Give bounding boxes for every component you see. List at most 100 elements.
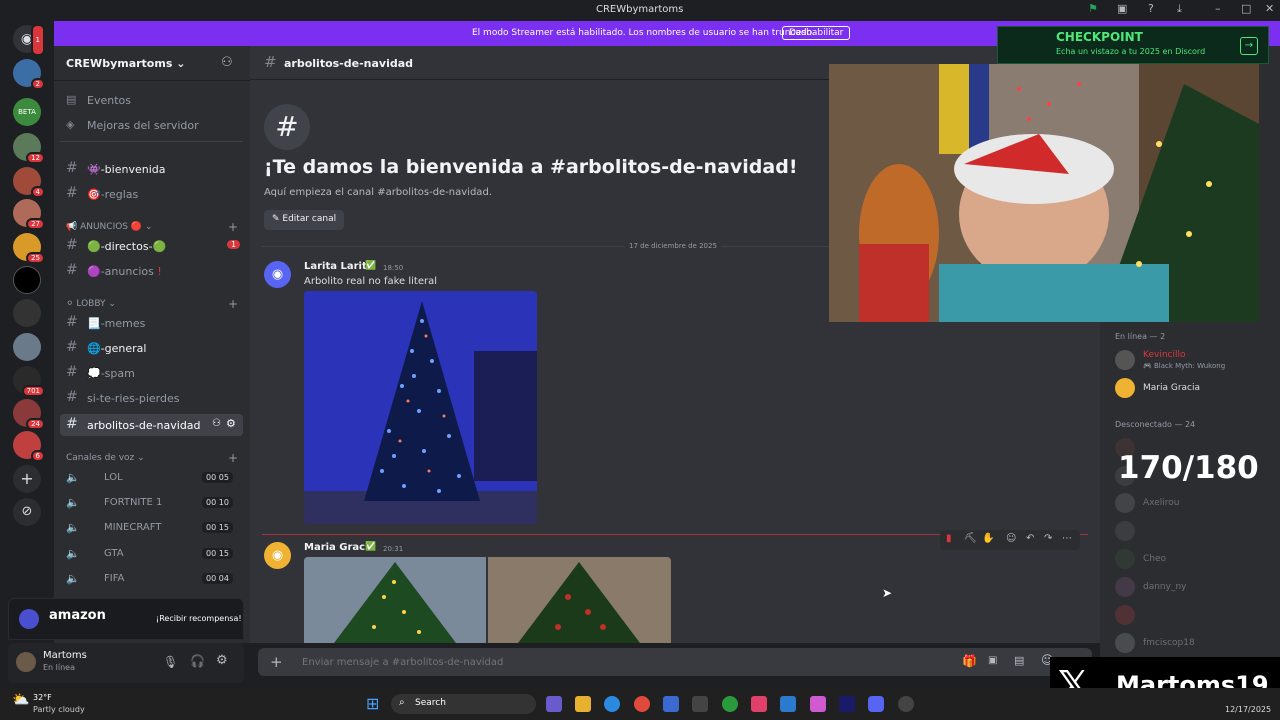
message-image[interactable] xyxy=(488,557,671,643)
voice-gta[interactable]: 🔈 GTA 00 15 xyxy=(60,543,243,565)
message-input[interactable] xyxy=(302,653,902,671)
member-avatar[interactable] xyxy=(1115,605,1135,625)
member-name[interactable]: fmciscop18 xyxy=(1143,638,1195,648)
sidebar-item-eventos[interactable]: ▤ Eventos xyxy=(60,89,243,111)
member-avatar[interactable] xyxy=(1115,521,1135,541)
category-anuncios[interactable]: 📢 ANUNCIOS 🔴 ⌄ + xyxy=(66,220,238,234)
server-icon[interactable] xyxy=(13,299,41,327)
server-icon[interactable]: 25 xyxy=(13,233,45,264)
member-avatar[interactable] xyxy=(1115,577,1135,597)
vscode-icon[interactable] xyxy=(780,696,796,712)
member-avatar[interactable] xyxy=(1115,549,1135,569)
app-icon[interactable] xyxy=(810,696,826,712)
message-author[interactable]: Larita Larita xyxy=(304,261,374,272)
premiere-icon[interactable] xyxy=(839,696,855,712)
invite-icon[interactable]: ⚇ xyxy=(221,55,233,70)
channel-anuncios[interactable]: # 🟣-anuncios ! xyxy=(60,260,243,282)
sidebar-item-mejoras[interactable]: ◈ Mejoras del servidor xyxy=(60,114,243,136)
microphone-icon[interactable]: 🎙 xyxy=(163,655,178,669)
channel-si-te-ries-pierdes[interactable]: # si-te-ries-pierdes xyxy=(60,387,243,409)
server-icon[interactable] xyxy=(13,333,41,361)
server-icon[interactable]: 4 xyxy=(13,167,45,198)
amazon-promo[interactable]: amazon ¡Recibir recompensa! xyxy=(8,598,244,640)
explore-icon[interactable]: ⊘ xyxy=(13,498,41,526)
edit-channel-button[interactable]: ✎ Editar canal xyxy=(264,210,345,230)
checkpoint-banner[interactable]: CHECKPOINT Echa un vistazo a tu 2025 en … xyxy=(997,26,1269,64)
taskbar-search[interactable]: ⌕ Search xyxy=(391,694,536,714)
voice-fortnite[interactable]: 🔈 FORTNITE 1 00 10 xyxy=(60,492,243,514)
more-icon[interactable]: ⋯ xyxy=(1062,533,1072,544)
server-icon[interactable] xyxy=(13,266,41,294)
channel-reglas[interactable]: # 🎯-reglas xyxy=(60,183,243,205)
sticker-icon[interactable]: ▤ xyxy=(1014,654,1024,667)
chrome-icon[interactable] xyxy=(634,696,650,712)
message-image[interactable] xyxy=(304,291,537,524)
voice-minecraft[interactable]: 🔈 MINECRAFT 00 15 xyxy=(60,517,243,539)
screen-icon[interactable]: ▣ xyxy=(1117,2,1127,15)
arrow-right-icon[interactable]: → xyxy=(1240,37,1258,55)
server-name[interactable]: CREWbymartoms ⌄ xyxy=(66,57,185,70)
author-avatar[interactable]: ◉ xyxy=(264,542,291,569)
obs-icon[interactable] xyxy=(898,696,914,712)
server-icon[interactable]: 2 xyxy=(13,59,45,90)
headphones-icon[interactable]: 🎧 xyxy=(190,654,205,668)
file-explorer-icon[interactable] xyxy=(575,696,591,712)
member-name[interactable]: danny_ny xyxy=(1143,582,1187,592)
windows-start-icon[interactable]: ⊞ xyxy=(366,694,379,713)
server-icon[interactable]: 24 xyxy=(13,399,45,430)
category-voice[interactable]: Canales de voz ⌄ + xyxy=(66,451,238,465)
member-name[interactable]: Cheo xyxy=(1143,554,1166,564)
xbox-icon[interactable] xyxy=(722,696,738,712)
channel-spam[interactable]: # 💭-spam xyxy=(60,362,243,384)
add-server-icon[interactable]: + xyxy=(13,465,41,493)
steam-icon[interactable] xyxy=(692,696,708,712)
channel-bienvenida[interactable]: # 👾-bienvenida xyxy=(60,158,243,180)
member-avatar[interactable] xyxy=(1115,378,1135,398)
member-avatar[interactable] xyxy=(1115,633,1135,653)
reaction-hand-icon[interactable]: ✋ xyxy=(982,533,994,544)
reaction-hammer-icon[interactable]: ⛏ xyxy=(964,533,977,544)
discord-taskbar-icon[interactable] xyxy=(868,696,884,712)
channel-memes[interactable]: # 📃-memes xyxy=(60,312,243,334)
server-icon[interactable]: 27 xyxy=(13,199,45,230)
add-member-icon[interactable]: ⚇ xyxy=(212,418,221,429)
gif-icon[interactable]: ▣ xyxy=(988,655,997,666)
voice-lol[interactable]: 🔈 LOL 00 05 xyxy=(60,467,243,489)
gift-icon[interactable]: 🎁 xyxy=(962,654,977,668)
server-icon[interactable]: 12 xyxy=(13,133,45,164)
gear-icon[interactable]: ⚙ xyxy=(226,417,236,430)
server-icon[interactable]: 701 xyxy=(13,366,45,397)
disable-streamer-button[interactable]: Deshabilitar xyxy=(782,26,851,40)
store-icon[interactable] xyxy=(663,696,679,712)
member-name[interactable]: Axelirou xyxy=(1143,498,1179,508)
category-lobby[interactable]: ⚪ LOBBY ⌄ + xyxy=(66,297,238,311)
reply-icon[interactable]: ↶ xyxy=(1026,533,1034,544)
attach-plus-icon[interactable]: + xyxy=(270,653,283,671)
help-icon[interactable]: ? xyxy=(1148,2,1154,15)
member-name[interactable]: Kevincillo xyxy=(1143,350,1185,360)
discord-home-icon[interactable]: ◉ 1 xyxy=(13,24,45,56)
download-icon[interactable]: ⤓ xyxy=(1177,2,1182,16)
channel-arbolitos-de-navidad[interactable]: # arbolitos-de-navidad ⚇ ⚙ xyxy=(60,414,243,436)
music-icon[interactable] xyxy=(751,696,767,712)
weather-icon[interactable]: ⛅ xyxy=(12,692,29,708)
voice-fifa[interactable]: 🔈 FIFA 00 04 xyxy=(60,568,243,590)
minimize-button[interactable]: – xyxy=(1215,2,1221,15)
server-icon[interactable]: BETA xyxy=(13,98,41,126)
author-avatar[interactable]: ◉ xyxy=(264,261,291,288)
channel-directos[interactable]: # 🟢-directos-🟢 1 xyxy=(60,235,243,257)
member-avatar[interactable] xyxy=(1115,350,1135,370)
settings-gear-icon[interactable]: ⚙ xyxy=(216,653,228,668)
member-avatar[interactable] xyxy=(1115,493,1135,513)
copilot-icon[interactable] xyxy=(546,696,562,712)
close-button[interactable]: ✕ xyxy=(1265,2,1274,15)
member-name[interactable]: Maria Gracia xyxy=(1143,383,1200,393)
avatar[interactable] xyxy=(16,652,36,672)
flag-icon[interactable]: ⚑ xyxy=(1088,2,1098,15)
add-reaction-icon[interactable]: ☺ xyxy=(1006,533,1016,544)
channel-general[interactable]: # 🌐-general xyxy=(60,337,243,359)
reaction-flag-icon[interactable]: ▮ xyxy=(946,533,952,544)
server-icon[interactable]: 6 xyxy=(13,431,45,462)
edge-icon[interactable] xyxy=(604,696,620,712)
maximize-button[interactable]: □ xyxy=(1241,2,1251,15)
